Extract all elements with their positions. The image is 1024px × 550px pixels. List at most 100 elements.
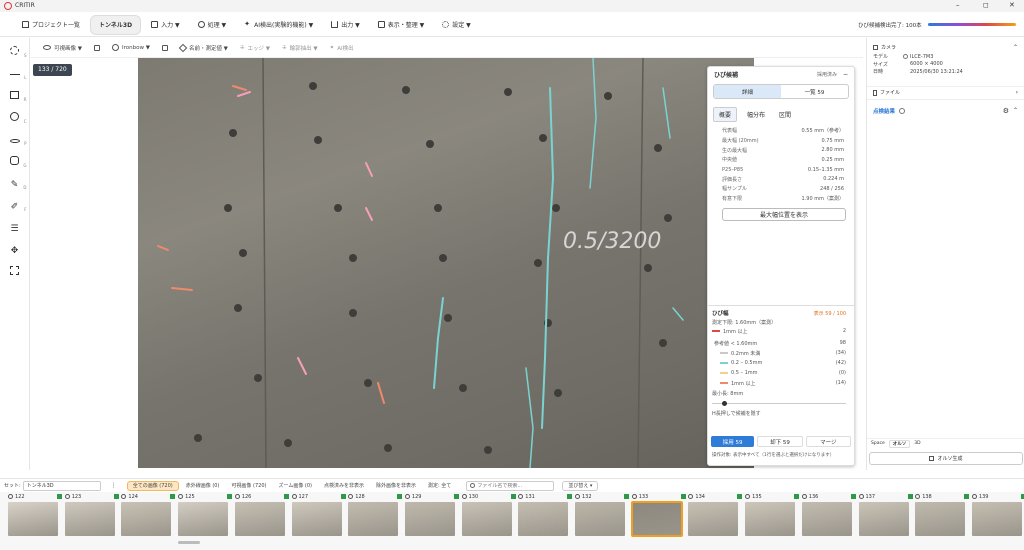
sort-button[interactable]: 並び替え ▾ [562, 480, 599, 491]
ai-detect-toggle[interactable]: ✦ AI検出 [324, 41, 360, 55]
legend-item[interactable]: 0.2 – 0.5mm (42) [708, 358, 854, 368]
filter-measure[interactable]: 測定: 全て [423, 481, 456, 491]
select-radio-icon[interactable] [745, 494, 751, 499]
select-radio-icon[interactable] [404, 494, 410, 499]
filter-hide-inspected[interactable]: 点検済みを非表示 [319, 481, 369, 491]
thumbnail-item[interactable]: 122 [8, 492, 62, 536]
maximize-button[interactable]: ◻ [983, 1, 989, 9]
ref-row[interactable]: 参考値 < 1.60mm 98 [708, 338, 854, 348]
menu-settings[interactable]: 設定 ▼ [434, 15, 479, 35]
move-tool[interactable]: ✥ [8, 244, 22, 258]
thumbnail-image[interactable] [630, 501, 683, 537]
thumbnail-image[interactable] [178, 502, 229, 536]
pen-tool[interactable]: ✎ D [8, 178, 27, 192]
point-tool[interactable]: P [8, 134, 27, 148]
more-icon[interactable]: ⋮ [111, 482, 117, 489]
thumbnail-image[interactable] [121, 502, 172, 536]
thumbnail-image[interactable] [64, 502, 115, 536]
minimize-button[interactable]: – [956, 1, 960, 9]
circle-tool[interactable]: C [8, 112, 27, 126]
label-select[interactable]: 名前・測定値 ▼ [174, 41, 234, 55]
thumbnail-item[interactable]: 134 [688, 492, 743, 536]
min-length-slider[interactable] [712, 401, 846, 406]
subtab-distribution[interactable]: 幅分布 [743, 108, 769, 121]
thumbnail-image[interactable] [575, 502, 625, 536]
rect-tool[interactable]: R [8, 90, 27, 104]
thumbnail-item[interactable]: 135 [745, 492, 800, 536]
select-radio-icon[interactable] [801, 494, 807, 499]
menu-process[interactable]: 処理 ▼ [190, 15, 235, 35]
thumbnail-item[interactable]: 136 [801, 492, 856, 536]
legend-item[interactable]: 0.5 – 1mm (0) [708, 368, 854, 378]
filter-visible[interactable]: 可視画像 (720) [226, 481, 271, 491]
thumbnail-image[interactable] [801, 502, 852, 536]
menu-import[interactable]: 入力 ▼ [143, 15, 188, 35]
thumbnail-image[interactable] [915, 502, 966, 536]
file-search[interactable] [466, 480, 555, 491]
legend-item[interactable]: 1mm 以上 (14) [708, 378, 854, 388]
results-gear-icon[interactable]: ⚙ [1003, 107, 1009, 115]
select-radio-icon[interactable] [234, 494, 240, 499]
filter-hide-excluded[interactable]: 除外画像を非表示 [371, 481, 421, 491]
select-radio-icon[interactable] [121, 494, 127, 499]
select-radio-icon[interactable] [631, 494, 637, 499]
thumbnail-item[interactable]: 126 [234, 492, 289, 536]
menu-tunnel3d[interactable]: トンネル3D [90, 14, 142, 35]
lock-icon[interactable] [93, 44, 100, 51]
menu-projects[interactable]: プロジェクト一覧 [14, 15, 88, 35]
search-input[interactable] [477, 482, 553, 489]
space-tab-ortho[interactable]: オルソ [888, 439, 911, 448]
merge-tab[interactable]: マージ [805, 436, 851, 447]
thumbnail-image[interactable] [858, 502, 909, 536]
collapse-button[interactable]: − [843, 71, 848, 78]
thumbnail-item[interactable]: 139 [971, 492, 1024, 536]
select-radio-icon[interactable] [858, 494, 864, 499]
thumbnail-item[interactable]: 124 [121, 492, 176, 536]
thumbnail-image[interactable] [291, 502, 342, 536]
select-radio-icon[interactable] [575, 494, 580, 499]
help-icon[interactable] [899, 107, 906, 114]
select-radio-icon[interactable] [291, 494, 297, 499]
edge-select[interactable]: ⁜ エッジ ▼ [234, 41, 276, 55]
fit-tool[interactable] [8, 266, 22, 280]
camera-header[interactable]: カメラ ⌃ [867, 41, 1024, 53]
show-max-width-button[interactable]: 最大幅位置を表示 [722, 207, 846, 221]
subtab-section[interactable]: 区間 [775, 108, 795, 121]
chevron-up-icon[interactable]: ⌃ [1013, 44, 1018, 51]
set-select[interactable]: トンネル3D [22, 480, 101, 491]
thumbnail-item[interactable]: 125 [178, 492, 233, 536]
select-radio-icon[interactable] [348, 494, 354, 499]
filter-ir[interactable]: 赤外線画像 (0) [181, 481, 225, 491]
adjust-tool[interactable]: ☰ [8, 222, 22, 236]
thumbnail-item[interactable]: 129 [404, 492, 459, 536]
reject-tab[interactable]: 却下 59 [757, 436, 803, 447]
palette-select[interactable]: Ironbow ▼ [106, 41, 156, 55]
thumbnail-image[interactable] [8, 502, 58, 536]
ortho-button[interactable]: オルソ生成 [869, 452, 1023, 465]
close-button[interactable]: ✕ [1009, 1, 1015, 9]
menu-export[interactable]: 出力 ▼ [323, 15, 368, 35]
thumbnail-item[interactable]: 127 [291, 492, 346, 536]
contour-select[interactable]: ⁜ 輪郭抽出 ▼ [276, 41, 324, 55]
select-radio-icon[interactable] [971, 494, 977, 499]
thumbnail-image[interactable] [461, 502, 512, 536]
thumbnail-image[interactable] [404, 502, 455, 536]
filter-zoom[interactable]: ズーム画像 (0) [273, 481, 317, 491]
select-radio-icon[interactable] [688, 494, 694, 499]
select-radio-icon[interactable] [178, 494, 184, 499]
select-radio-icon[interactable] [518, 494, 524, 499]
space-tab-3d[interactable]: 3D [914, 441, 920, 446]
thumbnail-item[interactable]: 130 [461, 492, 516, 536]
thumbnail-item[interactable]: 128 [348, 492, 403, 536]
select-tool[interactable]: S [8, 46, 27, 60]
tab-detail[interactable]: 詳細 [714, 85, 781, 98]
edit-tool[interactable]: ✐ F [8, 200, 27, 214]
thumbnail-image[interactable] [348, 502, 399, 536]
lock-icon-2[interactable] [161, 44, 168, 51]
legend-item[interactable]: 0.2mm 未満 (34) [708, 348, 854, 358]
thumbnail-item[interactable]: 133 [630, 492, 686, 537]
polygon-tool[interactable]: G [8, 156, 27, 170]
file-row[interactable]: ファイル › [867, 85, 1024, 100]
results-chevron-icon[interactable]: ⌃ [1013, 107, 1018, 114]
thumbnail-item[interactable]: 132 [575, 492, 629, 536]
